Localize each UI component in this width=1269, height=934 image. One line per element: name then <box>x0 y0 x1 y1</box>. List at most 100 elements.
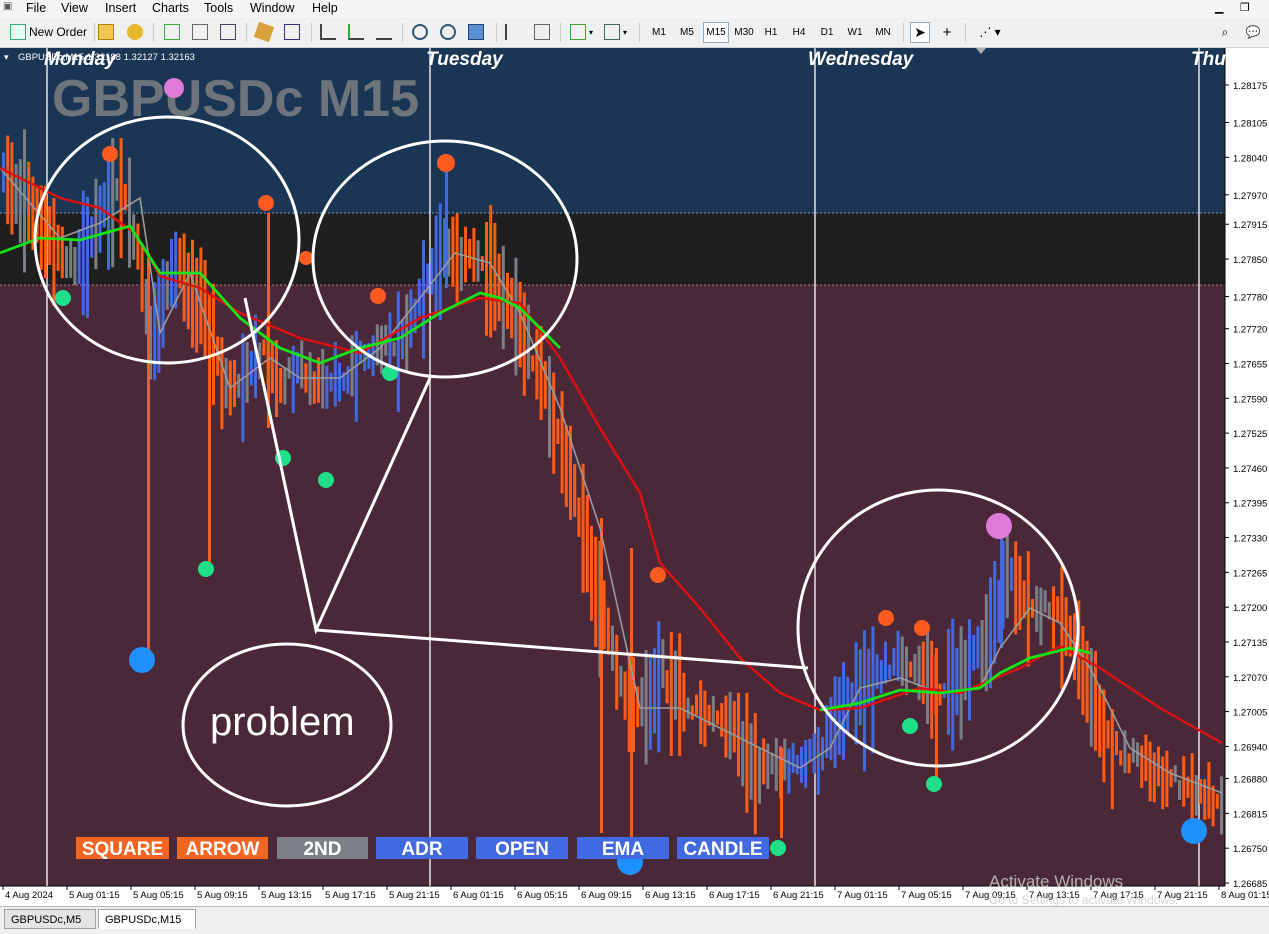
price-bar <box>1039 587 1043 646</box>
sell-signal-dot <box>437 154 455 172</box>
timeframe-d1[interactable]: D1 <box>815 22 839 43</box>
tile-windows-icon[interactable] <box>468 24 484 40</box>
chart-canvas[interactable]: GBPUSDc M15Monday Tuesday Wednesday ThuGBPU… <box>0 48 1269 907</box>
navigator-icon[interactable] <box>192 24 208 40</box>
activate-windows-title: Activate Windows <box>989 872 1123 891</box>
periodicity-dropdown-icon[interactable]: ▾ <box>620 22 630 43</box>
tab-gbpusdc-m5[interactable]: GBPUSDc,M5 <box>4 909 96 929</box>
price-bar <box>1043 590 1047 613</box>
price-bar <box>606 607 610 655</box>
legend-button-label[interactable]: OPEN <box>495 839 549 860</box>
price-bar <box>993 561 997 664</box>
time-tick-label: 7 Aug 01:15 <box>837 890 888 901</box>
price-bar <box>1098 684 1102 758</box>
price-bar <box>1119 750 1123 766</box>
zoom-in-icon[interactable] <box>412 24 428 40</box>
minimize-icon[interactable]: ▁ <box>1215 1 1223 14</box>
price-bar <box>497 253 501 322</box>
price-bar <box>653 648 656 734</box>
chart-tabs: GBPUSDc,M5 GBPUSDc,M15 <box>0 906 1269 934</box>
menu-charts[interactable]: Charts <box>152 1 189 15</box>
legend-button-label[interactable]: 2ND <box>303 839 341 860</box>
objects-dropdown-icon[interactable]: ⋰ ▾ <box>975 22 1005 43</box>
price-bar <box>174 231 178 309</box>
strategy-tester-icon[interactable] <box>253 21 275 43</box>
timeframe-h4[interactable]: H4 <box>787 22 811 43</box>
zoom-out-icon[interactable] <box>440 24 456 40</box>
fullscreen-icon[interactable] <box>284 24 300 40</box>
search-icon[interactable]: ⌕ <box>1216 22 1234 43</box>
price-bar <box>535 329 539 400</box>
autotrading-icon[interactable] <box>127 24 143 40</box>
price-bar <box>640 677 644 727</box>
candlestick-icon[interactable] <box>348 24 364 40</box>
chart-window-icon[interactable] <box>164 24 180 40</box>
timeframe-mn[interactable]: MN <box>871 22 895 43</box>
price-chart[interactable]: GBPUSDc M15 Monday Tuesday Wednesday Thu GBPU… <box>0 48 1269 907</box>
sell-signal-dot <box>370 288 386 304</box>
autoscroll-icon[interactable] <box>534 24 550 40</box>
timeframe-m5[interactable]: M5 <box>675 22 699 43</box>
crosshair-icon[interactable]: + <box>937 22 957 43</box>
legend-button-label[interactable]: ADR <box>401 839 442 860</box>
price-bar <box>275 340 278 417</box>
price-bar <box>770 752 774 775</box>
bar-chart-icon[interactable] <box>320 24 336 40</box>
price-bar <box>791 743 795 774</box>
timeframe-m1[interactable]: M1 <box>647 22 671 43</box>
price-bar <box>203 260 207 358</box>
indicators-icon[interactable] <box>570 24 586 40</box>
menu-insert[interactable]: Insert <box>105 1 136 15</box>
terminal-icon[interactable] <box>220 24 236 40</box>
price-bar <box>136 223 140 270</box>
market-watch-icon[interactable] <box>98 24 114 40</box>
menu-help[interactable]: Help <box>312 1 338 15</box>
legend-button-label[interactable]: CANDLE <box>683 839 762 860</box>
price-bar <box>1173 765 1177 783</box>
symbol-dropdown-icon[interactable]: ▾ <box>4 52 9 62</box>
price-bar <box>464 226 467 283</box>
price-tick-label: 1.27460 <box>1233 464 1267 475</box>
chat-icon[interactable]: 💬 <box>1242 22 1264 43</box>
price-bar <box>401 319 404 360</box>
price-bar <box>577 497 581 537</box>
sell-signal-dot <box>102 146 118 162</box>
restore-icon[interactable]: ❐ <box>1240 1 1250 14</box>
periodicity-icon[interactable] <box>604 24 620 40</box>
price-bar <box>695 694 698 716</box>
new-order-icon[interactable] <box>10 24 26 40</box>
menu-file[interactable]: File <box>26 1 46 15</box>
price-bar <box>976 626 980 669</box>
app-icon[interactable]: ▣ <box>3 1 12 12</box>
legend-button-label[interactable]: SQUARE <box>82 839 163 860</box>
price-bar <box>329 372 333 392</box>
timeframe-h1[interactable]: H1 <box>759 22 783 43</box>
chart-shift-icon[interactable] <box>505 24 521 40</box>
legend-button-label[interactable]: ARROW <box>186 839 260 860</box>
line-chart-icon[interactable] <box>376 24 392 40</box>
tab-gbpusdc-m15[interactable]: GBPUSDc,M15 <box>98 909 196 929</box>
price-bar <box>480 256 484 271</box>
timeframe-m30[interactable]: M30 <box>731 22 757 43</box>
price-tick-label: 1.27970 <box>1233 191 1267 202</box>
price-bar <box>10 142 14 235</box>
price-bar <box>938 683 942 706</box>
price-tick-label: 1.27915 <box>1233 220 1267 231</box>
indicators-dropdown-icon[interactable]: ▾ <box>586 22 596 43</box>
cursor-icon[interactable]: ➤ <box>910 22 930 43</box>
timeframe-m15[interactable]: M15 <box>703 22 729 43</box>
menu-tools[interactable]: Tools <box>204 1 233 15</box>
time-tick-label: 6 Aug 01:15 <box>453 890 504 901</box>
legend-button-label[interactable]: EMA <box>602 839 645 860</box>
menu-window[interactable]: Window <box>250 1 294 15</box>
price-bar <box>65 246 68 279</box>
menu-view[interactable]: View <box>61 1 88 15</box>
new-order-button[interactable]: New Order <box>28 22 90 43</box>
price-bar <box>795 755 799 775</box>
symbol-info: GBPUSDc,M15 1.32188 1.32127 1.32163 <box>18 52 195 63</box>
spike-bar <box>600 518 603 833</box>
price-bar <box>6 135 10 225</box>
price-tick-label: 1.27330 <box>1233 534 1267 545</box>
timeframe-w1[interactable]: W1 <box>843 22 867 43</box>
price-bar <box>1022 580 1026 619</box>
